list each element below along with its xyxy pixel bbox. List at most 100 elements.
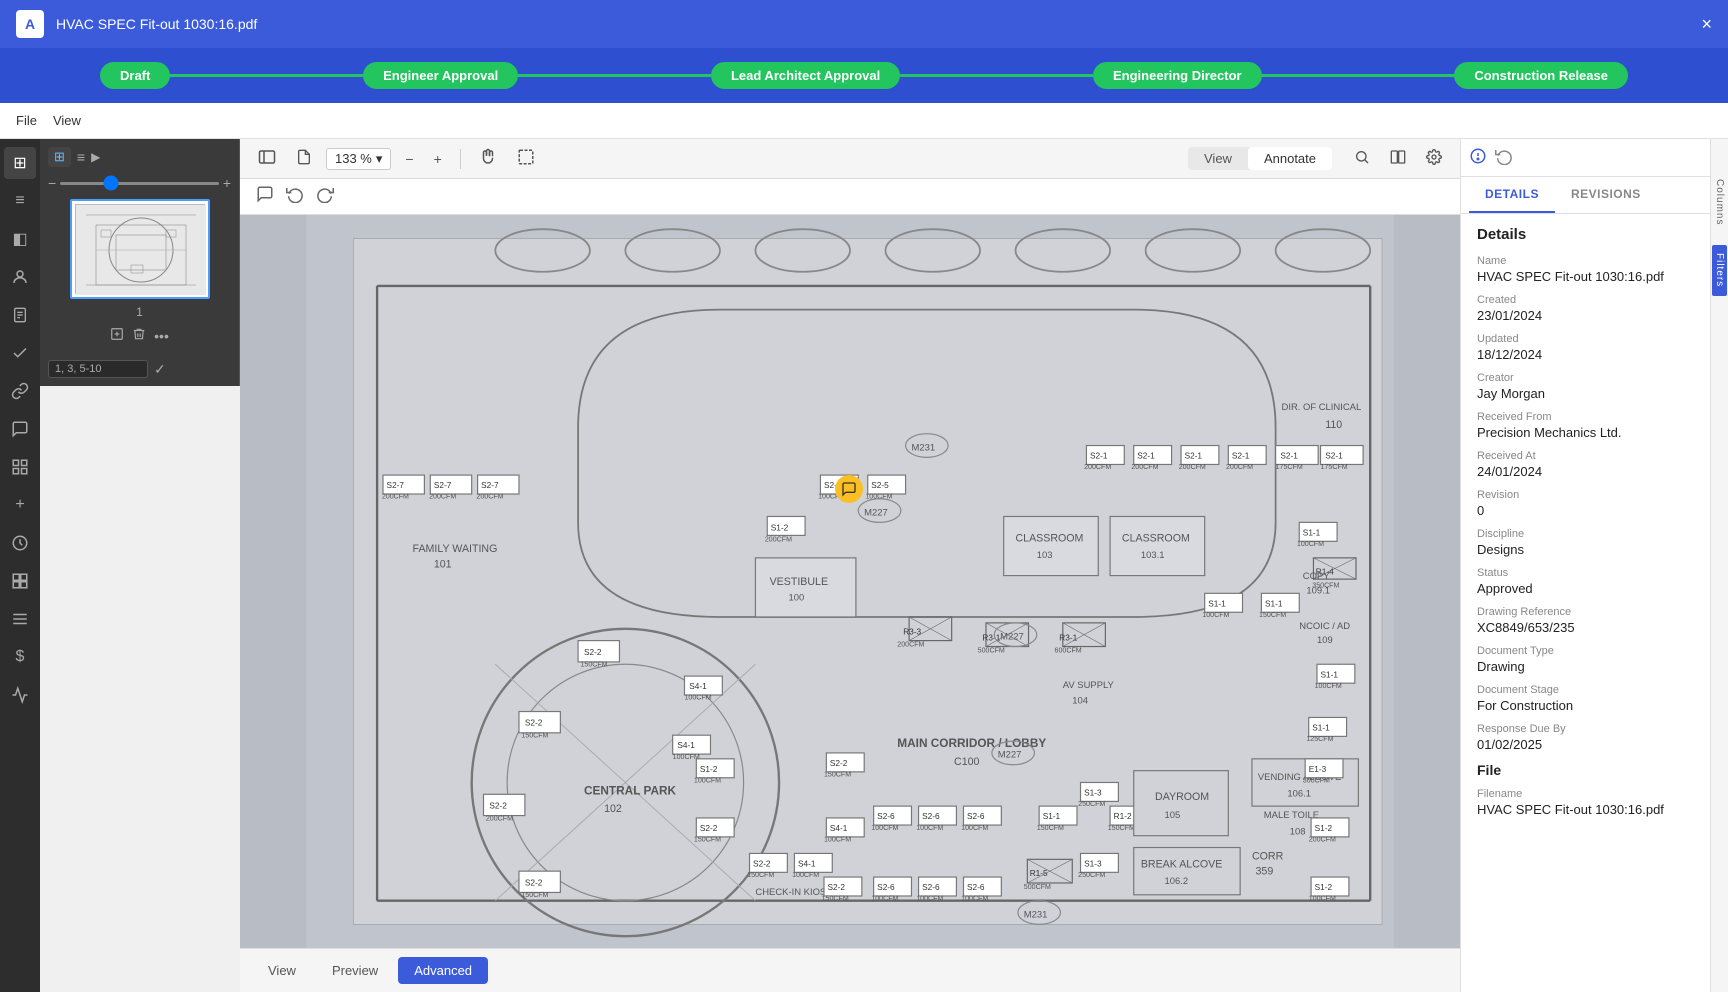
field-creator: Creator Jay Morgan: [1477, 372, 1694, 401]
sidebar-icon-plus[interactable]: +: [4, 489, 36, 521]
sidebar-icon-link[interactable]: [4, 375, 36, 407]
step-pill-director[interactable]: Engineering Director: [1093, 62, 1262, 89]
svg-text:100: 100: [789, 592, 805, 603]
field-discipline: Discipline Designs: [1477, 528, 1694, 557]
tab-view-bottom[interactable]: View: [252, 957, 312, 984]
thumb-delete-btn[interactable]: [132, 327, 146, 344]
svg-text:DIR. OF CLINICAL: DIR. OF CLINICAL: [1282, 402, 1362, 413]
zoom-in-icon[interactable]: +: [223, 175, 231, 191]
svg-text:S1-1: S1-1: [1321, 670, 1339, 679]
sidebar-icon-layers[interactable]: ◧: [4, 223, 36, 255]
close-button[interactable]: ×: [1701, 14, 1712, 35]
sidebar-icon-list2[interactable]: [4, 603, 36, 635]
details-icon-btn[interactable]: [1469, 147, 1487, 168]
undo-icon[interactable]: [286, 185, 304, 208]
svg-text:359: 359: [1256, 866, 1274, 878]
pan-tool-btn[interactable]: [473, 144, 503, 173]
step-connector-3: [900, 74, 1093, 77]
sidebar-icon-chart[interactable]: [4, 679, 36, 711]
page-range-confirm[interactable]: ✓: [154, 361, 166, 378]
tab-annotate[interactable]: Annotate: [1248, 147, 1332, 170]
svg-text:105: 105: [1164, 810, 1180, 821]
thumb-list-btn[interactable]: ≡: [77, 149, 85, 165]
svg-text:106.1: 106.1: [1287, 789, 1311, 800]
step-pill-draft[interactable]: Draft: [100, 62, 170, 89]
thumb-more-btn[interactable]: •••: [154, 328, 169, 344]
strip-filters-text: Filters: [1712, 245, 1727, 295]
sidebar-icon-menu[interactable]: ≡: [4, 185, 36, 217]
page-range-input[interactable]: 1, 3, 5-10: [48, 360, 148, 378]
center-viewer: 133 % ▾ − + View Annotate: [240, 139, 1460, 992]
svg-text:100CFM: 100CFM: [1297, 540, 1324, 548]
tab-details[interactable]: DETAILS: [1469, 177, 1555, 213]
svg-text:150CFM: 150CFM: [521, 891, 548, 899]
sidebar-icon-dollar[interactable]: $: [4, 641, 36, 673]
svg-text:200CFM: 200CFM: [486, 814, 513, 822]
workflow-step-architect[interactable]: Lead Architect Approval: [711, 62, 900, 89]
workflow-step-draft[interactable]: Draft: [100, 62, 170, 89]
label-discipline: Discipline: [1477, 528, 1694, 540]
zoom-dropdown-icon[interactable]: ▾: [376, 151, 383, 167]
menu-view[interactable]: View: [53, 113, 81, 128]
value-doc-type: Drawing: [1477, 659, 1694, 674]
redo-icon[interactable]: [316, 185, 334, 208]
revisions-icon-btn[interactable]: [1495, 147, 1513, 168]
step-pill-construction[interactable]: Construction Release: [1454, 62, 1628, 89]
compare-btn[interactable]: [1384, 145, 1412, 172]
sidebar-icon-grid2[interactable]: [4, 565, 36, 597]
thumbnail-panel: ⊞ ≡ ▶ − +: [40, 139, 240, 386]
sidebar-icon-users[interactable]: [4, 261, 36, 293]
strip-columns-text: Columns: [1714, 179, 1725, 225]
sidebar-icon-panels[interactable]: ⊞: [4, 147, 36, 179]
comment-icon[interactable]: [256, 185, 274, 208]
svg-text:C100: C100: [954, 756, 979, 768]
svg-text:106.2: 106.2: [1164, 876, 1188, 887]
svg-text:104: 104: [1072, 695, 1088, 706]
workflow-step-construction[interactable]: Construction Release: [1454, 62, 1628, 89]
value-received-from: Precision Mechanics Ltd.: [1477, 425, 1694, 440]
workflow-step-director[interactable]: Engineering Director: [1093, 62, 1262, 89]
step-connector-1: [170, 74, 363, 77]
search-btn[interactable]: [1348, 145, 1376, 172]
zoom-in-btn[interactable]: +: [428, 147, 448, 171]
sidebar-icon-docs[interactable]: [4, 299, 36, 331]
thumb-expand-btn[interactable]: ▶: [91, 150, 100, 164]
sidebar-toggle-btn[interactable]: [252, 145, 282, 172]
tab-view[interactable]: View: [1188, 147, 1248, 170]
label-updated: Updated: [1477, 333, 1694, 345]
svg-text:500CFM: 500CFM: [1024, 883, 1051, 891]
sidebar-icon-notes[interactable]: [4, 413, 36, 445]
field-drawing-ref: Drawing Reference XC8849/653/235: [1477, 606, 1694, 635]
step-pill-architect[interactable]: Lead Architect Approval: [711, 62, 900, 89]
svg-text:250CFM: 250CFM: [1078, 800, 1105, 808]
svg-text:S1-1: S1-1: [1043, 812, 1061, 821]
thumb-grid-btn[interactable]: ⊞: [48, 147, 71, 167]
document-canvas[interactable]: S2-2 150CFM S2-2 150CFM S2-2 200CFM S2-2…: [240, 215, 1460, 948]
tab-preview-bottom[interactable]: Preview: [316, 957, 394, 984]
zoom-out-icon[interactable]: −: [48, 175, 56, 191]
thumb-new-page-btn[interactable]: [110, 327, 124, 344]
workflow-step-engineer[interactable]: Engineer Approval: [363, 62, 518, 89]
comment-bubble[interactable]: [835, 475, 863, 503]
sidebar-icon-activity[interactable]: [4, 451, 36, 483]
tab-advanced-bottom[interactable]: Advanced: [398, 957, 488, 984]
doc-icon-btn[interactable]: [290, 144, 318, 173]
svg-text:VESTIBULE: VESTIBULE: [770, 576, 828, 588]
field-status: Status Approved: [1477, 567, 1694, 596]
svg-text:100CFM: 100CFM: [1309, 895, 1336, 903]
zoom-out-btn[interactable]: −: [399, 147, 419, 171]
select-tool-btn[interactable]: [511, 144, 541, 173]
sidebar-icon-check[interactable]: [4, 337, 36, 369]
settings-btn[interactable]: [1420, 145, 1448, 172]
svg-text:200CFM: 200CFM: [1084, 463, 1111, 471]
svg-text:150CFM: 150CFM: [824, 771, 851, 779]
tab-revisions[interactable]: REVISIONS: [1555, 177, 1657, 213]
thumb-zoom-slider[interactable]: [60, 182, 219, 185]
toolbar-right: [1348, 145, 1448, 172]
step-pill-engineer[interactable]: Engineer Approval: [363, 62, 518, 89]
main-layout: ⊞ ≡ ◧ + $: [0, 139, 1728, 992]
menu-file[interactable]: File: [16, 113, 37, 128]
field-revision: Revision 0: [1477, 489, 1694, 518]
thumbnail-image-box[interactable]: [70, 199, 210, 299]
sidebar-icon-clock[interactable]: [4, 527, 36, 559]
